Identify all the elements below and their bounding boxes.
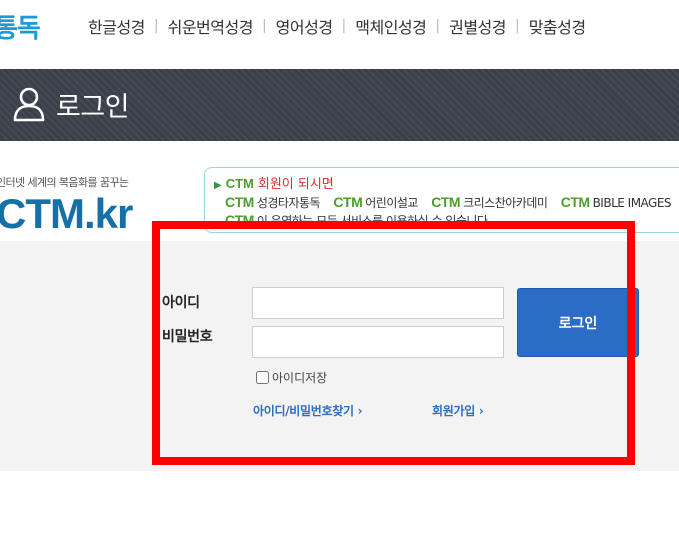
password-label: 비밀번호 [162, 329, 213, 345]
page-title: 로그인 [56, 92, 130, 123]
save-id-label: 아이디저장 [272, 371, 328, 385]
ctm-banner: 인터넷 세계의 복음화를 꿈꾸는 CTM.kr ▶ CTM 회원이 되시면 CTM 성… [0, 160, 679, 240]
id-input[interactable] [252, 287, 504, 319]
save-id-checkbox[interactable] [256, 371, 269, 384]
nav-divider: | [341, 18, 347, 34]
nav-item-book-bible[interactable]: 권별성경 [449, 14, 506, 38]
user-icon [13, 87, 45, 122]
page-title-bar: 로그인 [0, 69, 679, 141]
nav-divider: | [435, 18, 441, 34]
top-nav: 통독 한글성경 | 쉬운번역성경 | 영어성경 | 맥체인성경 | 권별성경 |… [0, 0, 679, 52]
membership-notice: ▶ CTM 회원이 되시면 CTM 성경타자통독 CTM 어린이설교 CTM 크리스찬아카… [204, 167, 679, 233]
nav-menu: 한글성경 | 쉬운번역성경 | 영어성경 | 맥체인성경 | 권별성경 | 맞춤… [88, 14, 586, 38]
nav-item-english-bible[interactable]: 영어성경 [276, 14, 333, 38]
nav-divider: | [153, 18, 159, 34]
notice-footer: CTM 이 운영하는 모든 서비스를 이용하실 수 있습니다. [225, 212, 491, 229]
site-logo[interactable]: 통독 [0, 8, 41, 45]
banner-tagline: 인터넷 세계의 복음화를 꿈꾸는 [0, 176, 129, 189]
service-name: 어린이설교 [365, 196, 418, 210]
find-account-link[interactable]: 아이디/비밀번호찾기 › [253, 402, 363, 419]
nav-item-easy-bible[interactable]: 쉬운번역성경 [168, 14, 254, 38]
password-input[interactable] [252, 326, 504, 358]
nav-item-custom-bible[interactable]: 맞춤성경 [529, 14, 586, 38]
notice-services: CTM 성경타자통독 CTM 어린이설교 CTM 크리스찬아카데미 CTM BIBLE … [225, 194, 672, 211]
notice-headline-text: 회원이 되시면 [257, 177, 334, 192]
save-id-row[interactable]: 아이디저장 [256, 369, 327, 386]
service-brand: CTM [225, 194, 254, 210]
service-brand: CTM [431, 194, 461, 210]
nav-item-korean-bible[interactable]: 한글성경 [88, 14, 145, 38]
service-name: BIBLE IMAGES [592, 196, 672, 210]
service-brand: CTM [560, 194, 590, 210]
notice-footer-text: 이 운영하는 모든 서비스를 이용하실 수 있습니다. [256, 214, 492, 228]
login-button[interactable]: 로그인 [517, 288, 639, 357]
triangle-right-icon: ▶ [214, 180, 222, 191]
nav-divider: | [514, 18, 520, 34]
service-brand: CTM [225, 212, 254, 228]
nav-item-mcheyne-bible[interactable]: 맥체인성경 [355, 14, 427, 38]
notice-brand: CTM [225, 176, 254, 191]
login-page: 통독 한글성경 | 쉬운번역성경 | 영어성경 | 맥체인성경 | 권별성경 |… [0, 0, 679, 533]
service-name: 크리스찬아카데미 [463, 196, 548, 210]
service-brand: CTM [333, 194, 363, 210]
login-form: 아이디 비밀번호 로그인 아이디저장 아이디/비밀번호찾기 › 회원가입 › [0, 241, 679, 471]
id-label: 아이디 [162, 295, 200, 311]
nav-divider: | [261, 18, 267, 34]
ctm-logo[interactable]: CTM.kr [0, 190, 133, 238]
signup-link[interactable]: 회원가입 › [432, 402, 484, 419]
notice-headline: ▶ CTM 회원이 되시면 [214, 173, 334, 192]
service-name: 성경타자통독 [256, 196, 321, 210]
